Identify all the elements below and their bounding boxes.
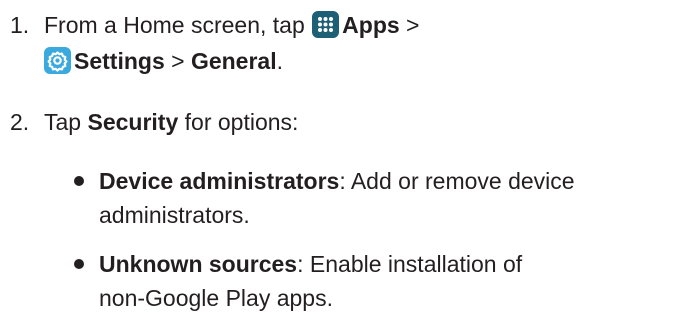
option-desc: administrators. xyxy=(99,202,250,228)
option-desc: : Add or remove device xyxy=(339,168,575,194)
bullet-icon xyxy=(74,259,84,269)
step-text: for options: xyxy=(178,109,299,135)
step-text: Tap xyxy=(44,109,88,135)
step-text: From a Home screen, tap xyxy=(44,12,312,38)
instructions-document: 1. From a Home screen, tap Apps > Settin… xyxy=(0,0,673,316)
option-term: Device administrators xyxy=(99,168,340,194)
general-label: General xyxy=(190,48,277,74)
step-number: 1. xyxy=(10,12,30,38)
apps-label: Apps xyxy=(342,12,400,38)
step-1-line-1: From a Home screen, tap Apps > xyxy=(44,11,419,39)
option-line-2: administrators. xyxy=(99,201,250,229)
security-label: Security xyxy=(87,109,179,135)
step-2-line: Tap Security for options: xyxy=(44,108,298,136)
option-term: Unknown sources xyxy=(99,251,298,277)
settings-gear-icon xyxy=(44,47,71,74)
step-number: 2. xyxy=(10,109,30,135)
period: . xyxy=(276,48,283,74)
settings-label: Settings xyxy=(74,48,165,74)
separator: > xyxy=(399,12,420,38)
separator: > xyxy=(164,48,191,74)
option-desc: non-Google Play apps. xyxy=(99,285,333,311)
apps-grid-icon xyxy=(312,11,340,38)
option-line-1: Unknown sources: Enable installation of xyxy=(99,250,522,278)
bullet-icon xyxy=(74,176,84,186)
step-1-line-2: Settings > General. xyxy=(44,47,283,75)
option-desc: : Enable installation of xyxy=(297,251,523,277)
option-line-2: non-Google Play apps. xyxy=(99,284,333,312)
option-line-1: Device administrators: Add or remove dev… xyxy=(99,167,575,195)
